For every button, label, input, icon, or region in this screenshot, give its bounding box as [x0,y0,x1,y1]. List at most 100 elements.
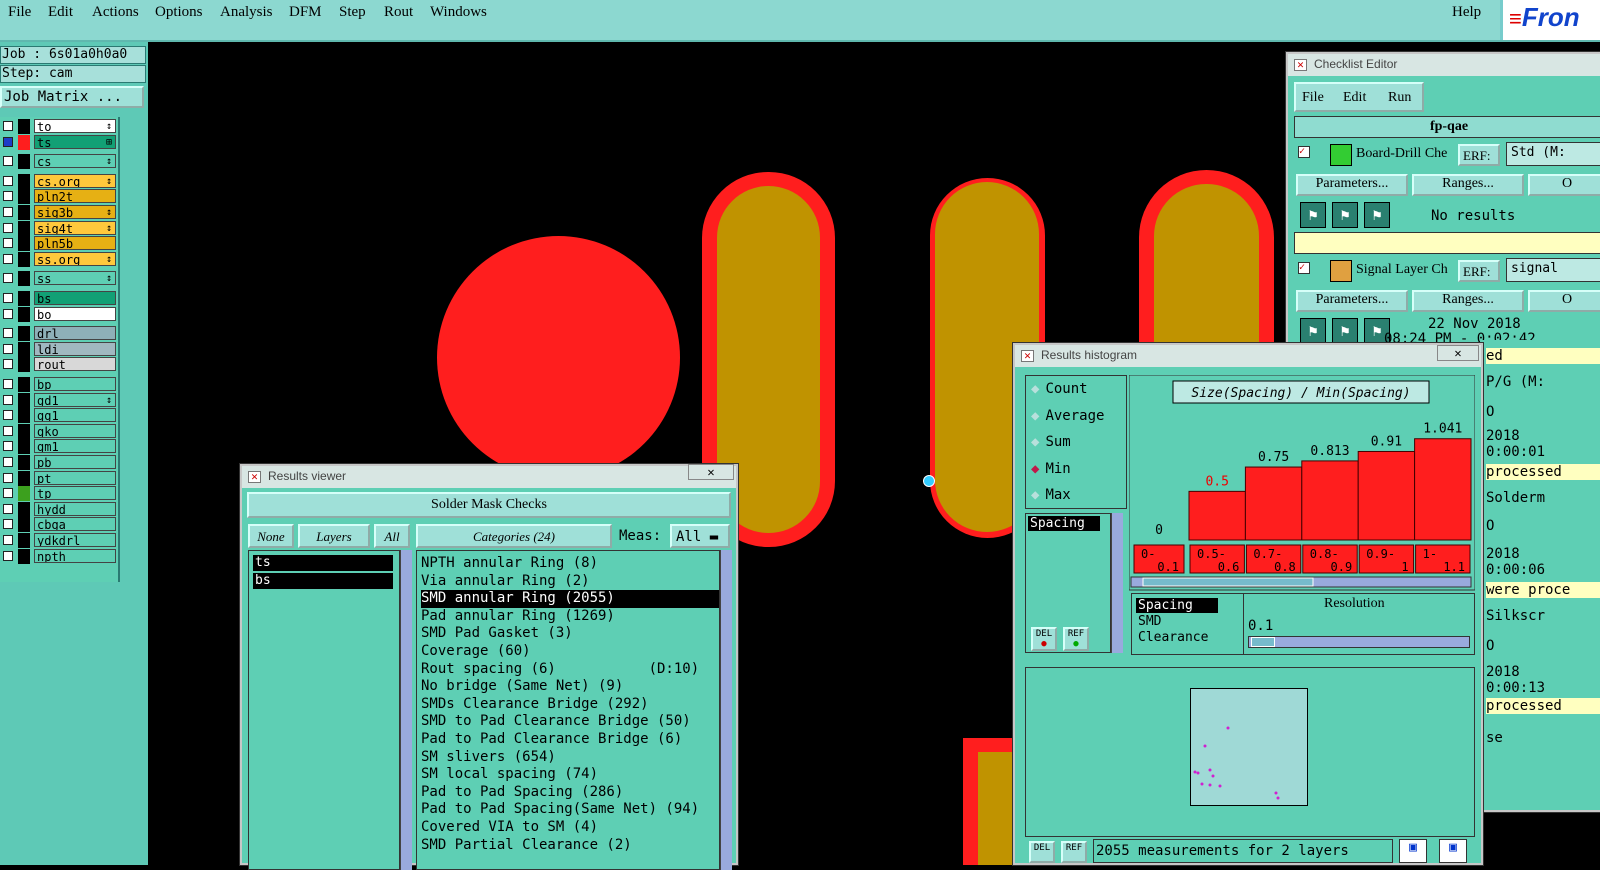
list-item[interactable]: Pad to Pad Spacing(Same Net) (94) [421,801,719,819]
layer-visibility-checkbox[interactable] [3,343,13,354]
layer-name[interactable]: bs [34,291,116,305]
list-item[interactable]: SM local spacing (74) [421,766,719,784]
layer-row[interactable]: sig4t ↕ [0,220,118,236]
layer-name[interactable]: drl [34,326,116,341]
layer-row[interactable]: cs ↕ [0,154,118,170]
job-matrix-button[interactable]: Job Matrix ... [0,86,144,108]
layer-color-swatch[interactable] [18,548,30,564]
layer-name[interactable]: bp [34,377,116,391]
layer-row[interactable]: npth [0,548,118,564]
layer-color-swatch[interactable] [18,119,30,134]
mode-radio[interactable]: ◆ Count [1031,381,1088,397]
check-2-checkbox[interactable]: ✓ [1298,262,1310,274]
layer-visibility-checkbox[interactable] [3,238,13,249]
layer-name[interactable]: cbga [34,517,116,532]
check-2-erf-value[interactable]: signal [1506,258,1600,282]
check-2-erf-button[interactable]: ERF: [1458,260,1500,282]
layer-name[interactable]: pb [34,455,116,469]
window-close-icon[interactable]: ✕ [248,471,261,483]
layer-color-swatch[interactable] [18,377,30,392]
layer-color-swatch[interactable] [18,291,30,306]
export-icon[interactable]: ▣ [1399,839,1427,863]
menu-windows[interactable]: Windows [430,4,487,21]
check-2-parameters-button[interactable]: Parameters... [1296,290,1408,312]
layer-row[interactable]: tp [0,486,118,502]
list-item[interactable]: NPTH annular Ring (8) [421,555,719,573]
menu-file[interactable]: File [8,4,31,21]
layer-color-swatch[interactable] [18,326,30,342]
layer-visibility-checkbox[interactable] [3,121,13,131]
layer-row[interactable]: ydkdrl [0,533,118,548]
layer-visibility-checkbox[interactable] [3,359,13,370]
list-item[interactable]: SMD annular Ring (2055) [421,590,719,608]
run-icon[interactable]: ⚑ [1300,202,1326,228]
layer-name[interactable]: pln2t [34,189,116,204]
list-item[interactable]: Pad to Pad Spacing (286) [421,784,719,802]
layer-name[interactable]: gko [34,423,116,438]
layer-row[interactable]: gg1 [0,408,118,424]
check-1-more-button[interactable]: O [1528,174,1600,196]
layer-visibility-checkbox[interactable] [3,293,13,303]
layer-visibility-checkbox[interactable] [3,410,13,421]
layer-name[interactable]: bo [34,306,116,321]
layer-row[interactable]: pb [0,455,118,470]
check-1-ranges-button[interactable]: Ranges... [1412,174,1524,196]
histogram-chart[interactable]: Size(Spacing) / Min(Spacing) 00-0.1 0.5 0.5… [1129,375,1475,615]
layer-name[interactable]: gm1 [34,439,116,454]
scatter-plot[interactable] [1190,688,1310,808]
layer-color-swatch[interactable] [18,134,30,150]
layer-color-swatch[interactable] [18,251,30,267]
layer-name[interactable]: pt [34,470,116,485]
layer-visibility-checkbox[interactable] [3,253,13,264]
check-2-more-button[interactable]: O [1528,290,1600,312]
list-item[interactable]: SMDs Clearance Bridge (292) [421,696,719,714]
menu-step[interactable]: Step [339,4,366,21]
list-item[interactable]: Spacing [1028,516,1100,531]
layer-row[interactable]: drl [0,326,118,342]
layer-visibility-checkbox[interactable] [3,457,13,467]
layers-none-button[interactable]: None [248,524,294,548]
menu-help[interactable]: Help [1452,4,1481,21]
close-icon[interactable]: ✕ [688,464,734,480]
layer-row[interactable]: gm1 [0,439,118,455]
categories-list[interactable]: NPTH annular Ring (8) Via annular Ring (2… [416,550,720,870]
layer-visibility-checkbox[interactable] [3,328,13,339]
layer-visibility-checkbox[interactable] [3,535,13,545]
layer-color-swatch[interactable] [18,357,30,373]
menu-actions[interactable]: Actions [92,4,139,21]
layer-row[interactable]: bp [0,377,118,392]
categories-button[interactable]: Categories (24) [416,524,612,548]
layer-visibility-checkbox[interactable] [3,191,13,202]
window-close-icon[interactable]: ✕ [1021,350,1034,362]
layer-color-swatch[interactable] [18,517,30,533]
layer-name[interactable]: gg1 [34,408,116,423]
check-1-erf-value[interactable]: Std (M: [1506,142,1600,166]
layer-color-swatch[interactable] [18,271,30,287]
layer-row[interactable]: cbga [0,517,118,533]
layer-visibility-checkbox[interactable] [3,222,13,233]
layer-row[interactable]: ss ↕ [0,271,118,287]
list-item[interactable]: Pad to Pad Clearance Bridge (6) [421,731,719,749]
menu-options[interactable]: Options [155,4,203,21]
layer-color-swatch[interactable] [18,236,30,252]
layer-color-swatch[interactable] [18,392,30,408]
layer-name[interactable]: ss ↕ [34,271,116,286]
layer-visibility-checkbox[interactable] [3,175,13,186]
layer-row[interactable]: ts ⊞ [0,134,118,150]
menu-analysis[interactable]: Analysis [220,4,273,21]
layer-color-swatch[interactable] [18,189,30,205]
layer-name[interactable]: tp [34,486,116,501]
layer-color-swatch[interactable] [18,501,30,517]
layer-visibility-checkbox[interactable] [3,425,13,436]
list-item[interactable]: bs [253,573,393,589]
run-icon[interactable]: ⚑ [1332,318,1358,344]
layer-row[interactable]: bo [0,306,118,322]
layer-color-swatch[interactable] [18,205,30,220]
layer-name[interactable]: cs ↕ [34,154,116,169]
layer-row[interactable]: pln2t [0,189,118,205]
layer-name[interactable]: ldi [34,341,116,356]
layer-row[interactable]: pt [0,470,118,486]
mode-radio[interactable]: ◆ Min [1031,461,1071,477]
layer-name[interactable]: gd1 ↕ [34,392,116,407]
layer-color-swatch[interactable] [18,154,30,170]
